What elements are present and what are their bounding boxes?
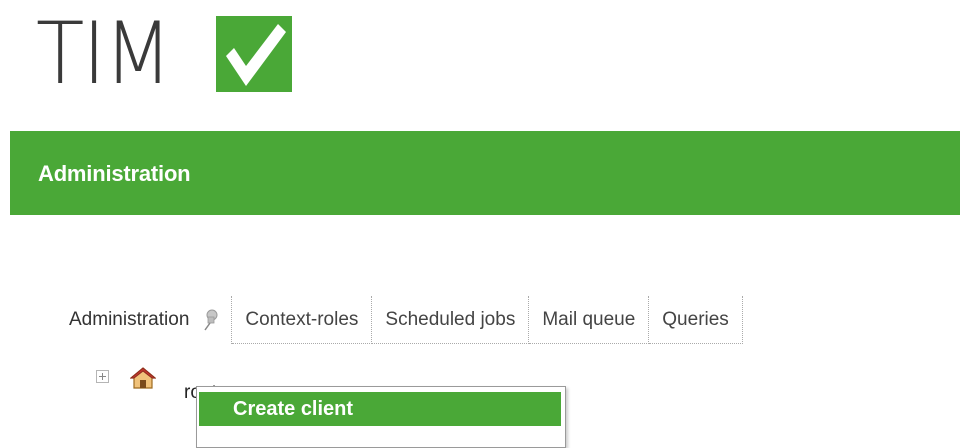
tab-scheduled-jobs[interactable]: Scheduled jobs <box>372 296 530 344</box>
tab-label: Queries <box>662 308 729 330</box>
check-icon <box>216 16 292 92</box>
plus-icon[interactable] <box>96 370 109 383</box>
app-logo: TIM <box>36 4 182 104</box>
logo-text: TIM <box>36 4 172 104</box>
tab-label: Administration <box>69 309 190 330</box>
tab-label: Context-roles <box>245 308 359 330</box>
admin-header-bar: Administration <box>10 131 960 215</box>
tab-administration[interactable]: Administration <box>56 296 233 344</box>
home-icon <box>130 367 156 389</box>
tab-label: Scheduled jobs <box>385 308 516 330</box>
tab-bar: Administration Context-roles Scheduled j… <box>56 296 743 344</box>
page-title: Administration <box>38 161 191 186</box>
menu-item-create-client[interactable]: Create client <box>199 392 561 426</box>
tab-context-roles[interactable]: Context-roles <box>232 296 373 344</box>
context-menu: Create client <box>196 386 566 448</box>
tab-label: Mail queue <box>542 308 636 330</box>
pin-icon[interactable] <box>201 309 219 331</box>
tab-queries[interactable]: Queries <box>649 296 743 344</box>
tab-mail-queue[interactable]: Mail queue <box>529 296 650 344</box>
